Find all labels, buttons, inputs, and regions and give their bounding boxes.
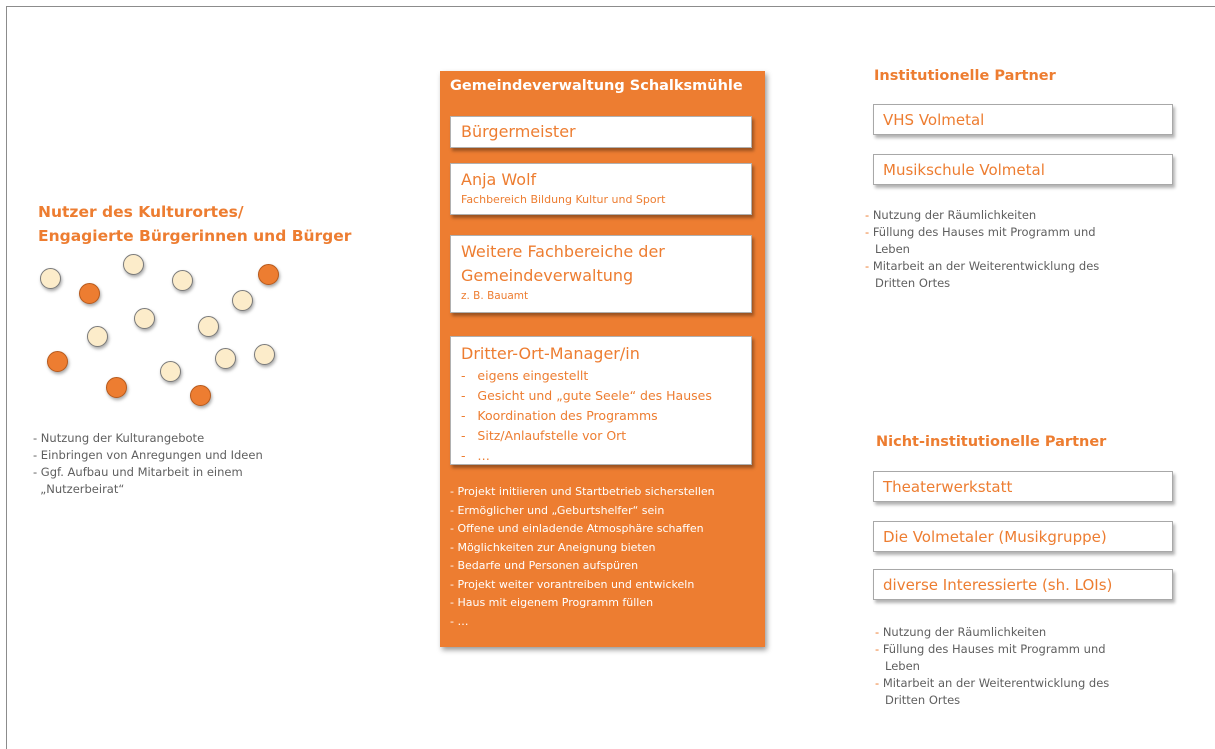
mayor-label: Bürgermeister [461,122,576,141]
list-item: - Gesicht und „gute Seele“ des Hauses [461,388,712,403]
list-item: - Ggf. Aufbau und Mitarbeit in einem [33,465,243,479]
list-item: - Offene und einladende Atmosphäre schaf… [450,522,704,535]
manager-list: - eigens eingestellt - Gesicht und „gute… [451,366,751,466]
departments-line1: Weitere Fachbereiche der [461,242,665,261]
institutional-benefits-list: - Nutzung der Räumlichkeiten - Füllung d… [865,207,1099,292]
list-item: - Sitz/Anlaufstelle vor Ort [461,428,627,443]
manager-tasks-list: - Projekt initiieren und Startbetrieb si… [450,483,715,631]
list-item: Dritten Ortes [875,276,951,290]
user-dot [258,264,279,285]
user-dot [40,268,61,289]
list-item: - Ermöglicher und „Geburtshelfer“ sein [450,503,665,517]
list-item: - Einbringen von Anregungen und Ideen [33,448,263,462]
user-dot [254,344,275,365]
users-title: Nutzer des Kulturortes/ Engagierte Bürge… [38,200,378,248]
municipality-title: Gemeindeverwaltung Schalksmühle [450,78,743,94]
user-dot [47,351,68,372]
user-dot [198,316,219,337]
partner-box-volmetaler: Die Volmetaler (Musikgruppe) [873,521,1173,552]
partner-box-interessierte: diverse Interessierte (sh. LOIs) [873,569,1173,600]
users-title-line1: Nutzer des Kulturortes/ [38,203,244,221]
list-item: - … [450,614,469,628]
partner-box-vhs: VHS Volmetal [873,104,1173,135]
list-item: - Haus mit eigenem Programm füllen [450,596,654,609]
noninstitutional-benefits-list: - Nutzung der Räumlichkeiten - Füllung d… [875,624,1109,709]
list-item: - Füllung des Hauses mit Programm und [875,642,1106,656]
list-item: Leben [875,242,910,256]
list-item: Dritten Ortes [885,693,961,707]
anja-role: Fachbereich Bildung Kultur und Sport [461,193,666,206]
user-dot [215,348,236,369]
user-dot [123,254,144,275]
list-item: - Möglichkeiten zur Aneignung bieten [450,540,656,554]
list-item: Leben [885,659,920,673]
user-dot [134,308,155,329]
list-item: - Projekt weiter vorantreiben und entwic… [450,577,695,591]
list-item: - Nutzung der Räumlichkeiten [875,625,1047,639]
manager-box: Dritter-Ort-Manager/in - eigens eingeste… [450,336,752,465]
anja-name: Anja Wolf [461,170,537,189]
list-item: - Koordination des Programms [461,408,658,423]
list-item: - Nutzung der Kulturangebote [33,431,205,445]
list-item: - Nutzung der Räumlichkeiten [865,208,1037,222]
user-dot [106,377,127,398]
list-item: - Mitarbeit an der Weiterentwicklung des [875,676,1110,690]
list-item: - eigens eingestellt [461,368,589,383]
user-dot [190,385,211,406]
partner-box-musikschule: Musikschule Volmetal [873,154,1173,185]
departments-box: Weitere Fachbereiche der Gemeindeverwalt… [450,235,752,313]
user-dot [79,283,100,304]
departments-example: z. B. Bauamt [461,290,529,302]
users-title-line2: Engagierte Bürgerinnen und Bürger [38,227,352,245]
partner-box-theaterwerkstatt: Theaterwerkstatt [873,471,1173,502]
institutional-partners-title: Institutionelle Partner [874,68,1056,84]
list-item: - Bedarfe und Personen aufspüren [450,559,639,572]
list-item: - Mitarbeit an der Weiterentwicklung des [865,259,1100,273]
user-dot [87,326,108,347]
list-item: - Füllung des Hauses mit Programm und [865,225,1096,239]
list-item: - Projekt initiieren und Startbetrieb si… [450,485,715,498]
anja-wolf-box: Anja Wolf Fachbereich Bildung Kultur und… [450,163,752,215]
mayor-box: Bürgermeister [450,116,752,148]
list-item: - … [461,448,490,463]
departments-line2: Gemeindeverwaltung [461,266,634,285]
user-dot [172,270,193,291]
user-dot [232,290,253,311]
noninstitutional-partners-title: Nicht-institutionelle Partner [876,434,1107,450]
municipality-panel: Gemeindeverwaltung Schalksmühle Bürgerme… [440,71,765,647]
user-dot [160,361,181,382]
users-list: - Nutzung der Kulturangebote - Einbringe… [33,430,263,498]
list-item: „Nutzerbeirat“ [33,482,125,496]
manager-title: Dritter-Ort-Manager/in [461,344,640,363]
